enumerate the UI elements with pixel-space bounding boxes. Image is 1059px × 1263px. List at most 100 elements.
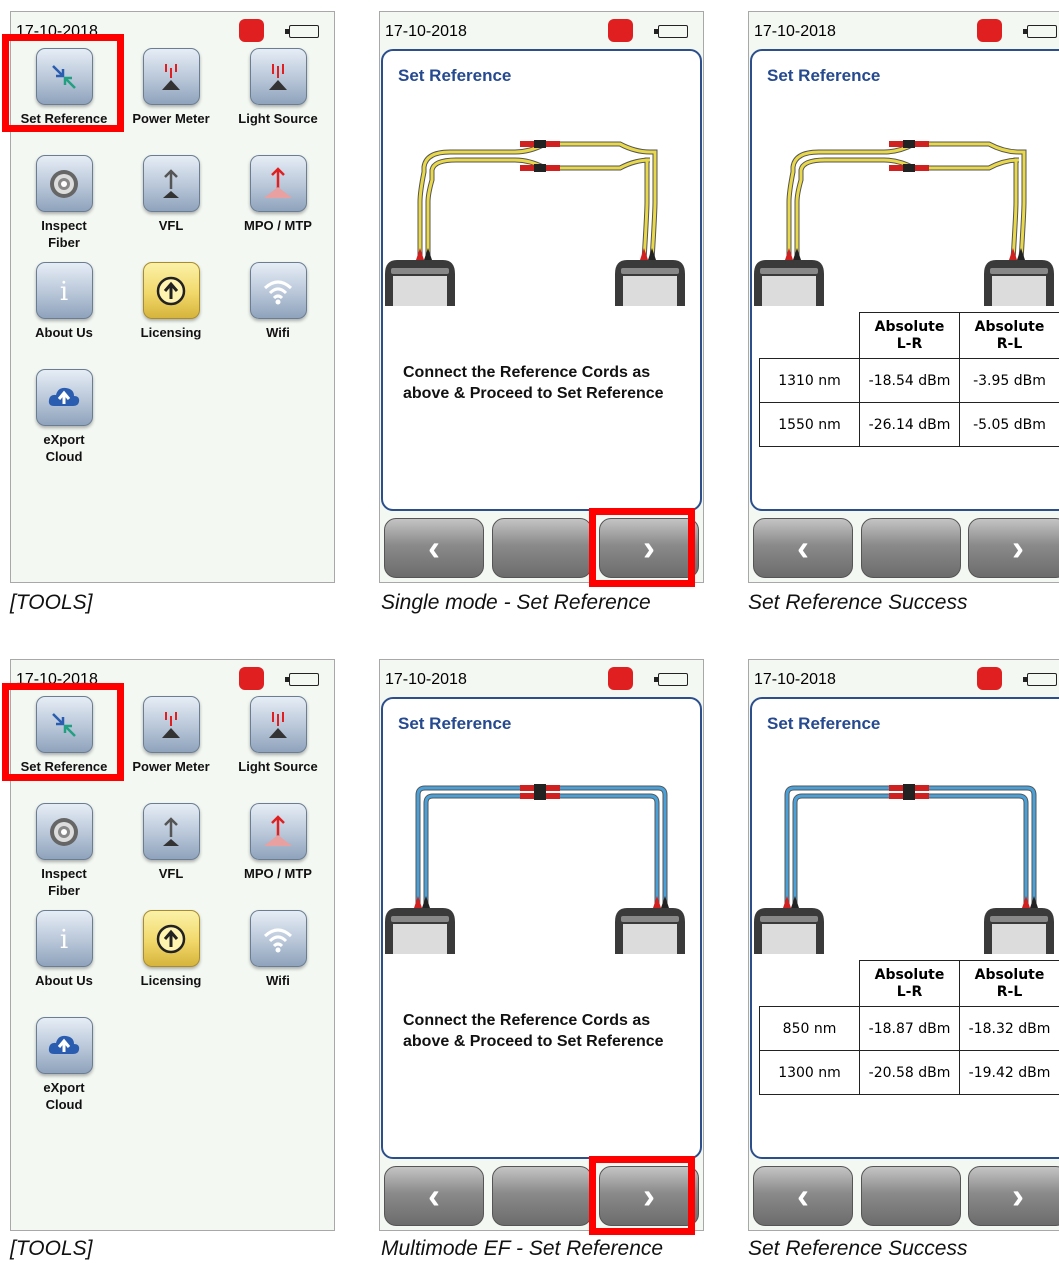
mpo-mtp-icon bbox=[249, 155, 307, 212]
tool-label: eXport Cloud bbox=[43, 1080, 85, 1112]
power-meter-icon bbox=[142, 696, 200, 753]
caption-sm-success: Set Reference Success bbox=[748, 591, 968, 614]
tool-label: Light Source bbox=[238, 111, 318, 126]
light-source-icon bbox=[249, 696, 307, 753]
wavelength-cell: 850 nm bbox=[759, 1006, 860, 1051]
tool-label: Licensing bbox=[140, 973, 202, 988]
sm-success-screen: 17-10-2018 Set Reference Absolute L-R Ab… bbox=[748, 11, 1059, 583]
phone-icon bbox=[239, 19, 264, 42]
nav-bar: ‹ › bbox=[749, 1160, 1059, 1230]
mm-success-screen: 17-10-2018 Set Reference Absolute L-R Ab… bbox=[748, 659, 1059, 1231]
light-source-icon bbox=[249, 48, 307, 105]
tool-about-us[interactable]: i About Us bbox=[11, 910, 117, 989]
table-row: 1300 nm -20.58 dBm -19.42 dBm bbox=[759, 1050, 1059, 1095]
wavelength-cell: 1300 nm bbox=[759, 1050, 860, 1095]
battery-icon bbox=[285, 25, 319, 38]
tool-label: VFL bbox=[158, 866, 184, 881]
export-cloud-icon bbox=[35, 1017, 93, 1074]
tool-export-cloud[interactable]: eXport Cloud bbox=[11, 369, 117, 465]
tool-label: Wifi bbox=[266, 325, 290, 340]
tool-label: Power Meter bbox=[132, 111, 210, 126]
mm-setref-screen: 17-10-2018 Set Reference Connect the Ref… bbox=[379, 659, 704, 1231]
power-meter-icon bbox=[142, 48, 200, 105]
tool-light-source[interactable]: Light Source bbox=[225, 696, 331, 775]
panel-title: Set Reference bbox=[398, 66, 512, 85]
set-reference-panel: Set Reference Connect the Reference Cord… bbox=[381, 49, 702, 511]
highlight-next-button bbox=[589, 508, 695, 587]
tool-wifi[interactable]: Wifi bbox=[225, 262, 331, 341]
battery-icon bbox=[1023, 673, 1057, 686]
middle-button[interactable] bbox=[861, 1166, 961, 1226]
panel-title: Set Reference bbox=[398, 714, 512, 733]
instruction-message: Connect the Reference Cords as above & P… bbox=[403, 1012, 664, 1050]
back-button[interactable]: ‹ bbox=[384, 518, 484, 578]
about-us-icon: i bbox=[35, 910, 93, 967]
date-label: 17-10-2018 bbox=[385, 671, 467, 688]
next-button[interactable]: › bbox=[968, 518, 1059, 578]
inspect-fiber-icon bbox=[35, 803, 93, 860]
licensing-icon bbox=[142, 910, 200, 967]
tool-licensing[interactable]: Licensing bbox=[118, 262, 224, 341]
table-row: 1550 nm -26.14 dBm -5.05 dBm bbox=[759, 402, 1059, 447]
date-label: 17-10-2018 bbox=[754, 671, 836, 688]
battery-icon bbox=[654, 25, 688, 38]
middle-button[interactable] bbox=[492, 518, 592, 578]
header-absolute-rl: Absolute R-L bbox=[959, 960, 1059, 1007]
lr-value-cell: -18.54 dBm bbox=[859, 358, 960, 403]
panel-title: Set Reference bbox=[767, 66, 881, 85]
phone-icon bbox=[977, 667, 1002, 690]
wavelength-cell: 1550 nm bbox=[759, 402, 860, 447]
tool-label: Light Source bbox=[238, 759, 318, 774]
inspect-fiber-icon bbox=[35, 155, 93, 212]
caption-sm-setref: Single mode - Set Reference bbox=[381, 591, 651, 614]
reference-results-table: Absolute L-R Absolute R-L 1310 nm -18.54… bbox=[759, 312, 1059, 447]
highlight-next-button bbox=[589, 1156, 695, 1235]
tool-export-cloud[interactable]: eXport Cloud bbox=[11, 1017, 117, 1113]
phone-icon bbox=[239, 667, 264, 690]
header-absolute-lr: Absolute L-R bbox=[859, 960, 960, 1007]
tool-vfl[interactable]: VFL bbox=[118, 155, 224, 234]
panel-title: Set Reference bbox=[767, 714, 881, 733]
back-button[interactable]: ‹ bbox=[384, 1166, 484, 1226]
middle-button[interactable] bbox=[861, 518, 961, 578]
tool-about-us[interactable]: i About Us bbox=[11, 262, 117, 341]
battery-icon bbox=[285, 673, 319, 686]
vfl-icon bbox=[142, 155, 200, 212]
back-button[interactable]: ‹ bbox=[753, 518, 853, 578]
tool-mpo-mtp[interactable]: MPO / MTP bbox=[225, 803, 331, 882]
about-us-icon: i bbox=[35, 262, 93, 319]
tool-inspect-fiber[interactable]: Inspect Fiber bbox=[11, 803, 117, 899]
tool-label: MPO / MTP bbox=[244, 218, 312, 233]
tool-vfl[interactable]: VFL bbox=[118, 803, 224, 882]
tool-wifi[interactable]: Wifi bbox=[225, 910, 331, 989]
date-label: 17-10-2018 bbox=[754, 23, 836, 40]
tool-label: About Us bbox=[35, 325, 93, 340]
svg-text:i: i bbox=[60, 277, 68, 307]
back-button[interactable]: ‹ bbox=[753, 1166, 853, 1226]
tool-power-meter[interactable]: Power Meter bbox=[118, 696, 224, 775]
tool-light-source[interactable]: Light Source bbox=[225, 48, 331, 127]
export-cloud-icon bbox=[35, 369, 93, 426]
licensing-icon bbox=[142, 262, 200, 319]
tool-mpo-mtp[interactable]: MPO / MTP bbox=[225, 155, 331, 234]
table-row: 1310 nm -18.54 dBm -3.95 dBm bbox=[759, 358, 1059, 403]
wifi-icon bbox=[249, 262, 307, 319]
header-absolute-rl: Absolute R-L bbox=[959, 312, 1059, 359]
tool-licensing[interactable]: Licensing bbox=[118, 910, 224, 989]
phone-icon bbox=[608, 19, 633, 42]
tool-label: VFL bbox=[158, 218, 184, 233]
next-button[interactable]: › bbox=[968, 1166, 1059, 1226]
header-absolute-lr: Absolute L-R bbox=[859, 312, 960, 359]
phone-icon bbox=[608, 667, 633, 690]
mpo-mtp-icon bbox=[249, 803, 307, 860]
caption-tools-top: [TOOLS] bbox=[10, 591, 93, 614]
middle-button[interactable] bbox=[492, 1166, 592, 1226]
lr-value-cell: -26.14 dBm bbox=[859, 402, 960, 447]
date-label: 17-10-2018 bbox=[385, 23, 467, 40]
nav-bar: ‹ › bbox=[749, 512, 1059, 582]
rl-value-cell: -18.32 dBm bbox=[959, 1006, 1059, 1051]
tool-inspect-fiber[interactable]: Inspect Fiber bbox=[11, 155, 117, 251]
tool-power-meter[interactable]: Power Meter bbox=[118, 48, 224, 127]
caption-mm-setref: Multimode EF - Set Reference bbox=[381, 1237, 664, 1260]
phone-icon bbox=[977, 19, 1002, 42]
